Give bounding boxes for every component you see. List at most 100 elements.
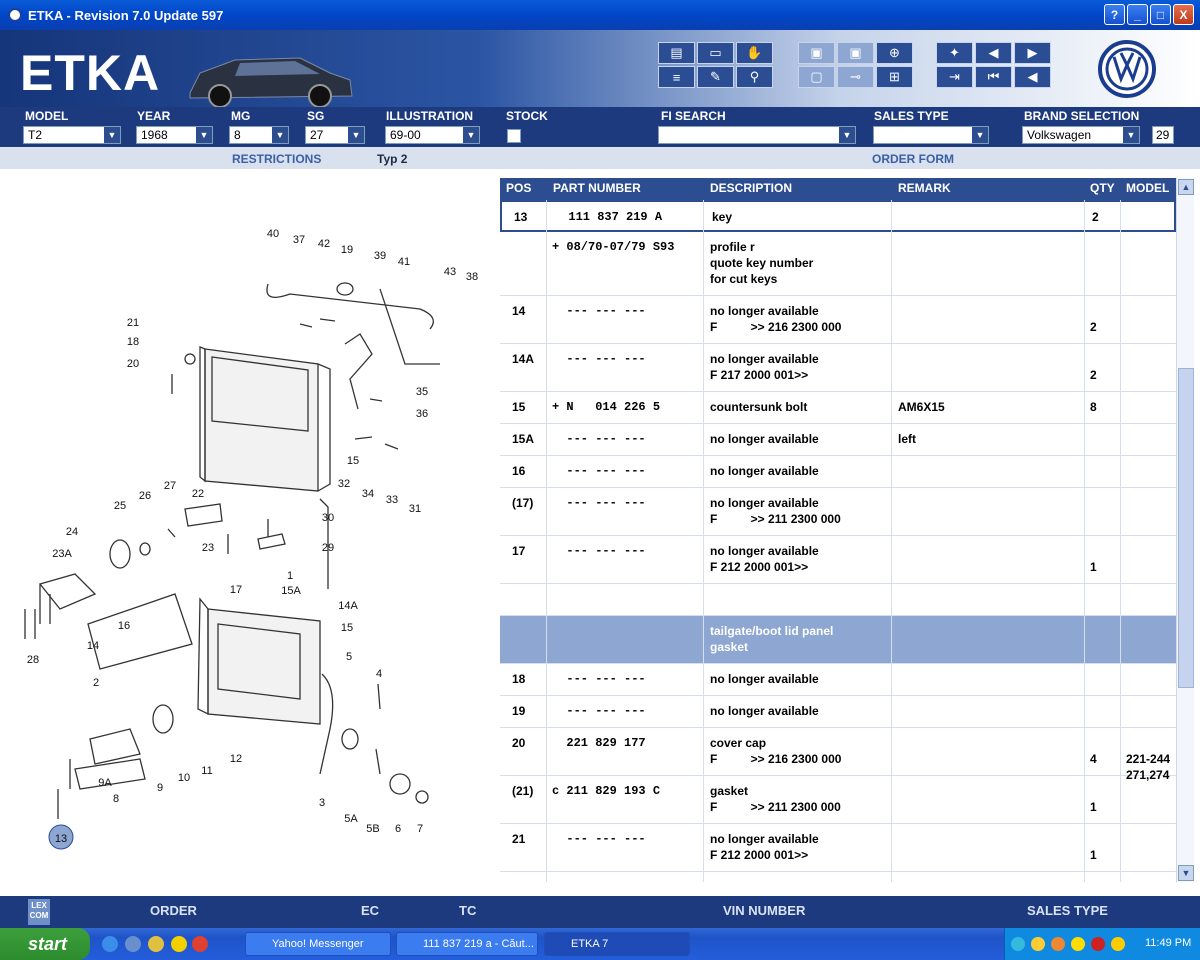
callout-label[interactable]: 5 (346, 651, 352, 663)
callout-label[interactable]: 14A (338, 600, 358, 612)
callout-label[interactable]: 25 (114, 500, 126, 512)
table-row[interactable]: (21) c 211 829 193 C gasket F >> 211 2300 … (500, 776, 1176, 824)
list-icon[interactable]: ≡ (658, 66, 695, 88)
firefox-icon[interactable] (148, 936, 164, 952)
callout-label[interactable]: 20 (127, 358, 139, 370)
callout-label[interactable]: 40 (267, 228, 279, 240)
start-button[interactable]: start (0, 928, 90, 960)
callout-label[interactable]: 6 (395, 823, 401, 835)
depot-icon[interactable]: ▣ (837, 42, 874, 64)
callout-label[interactable]: 3 (319, 797, 325, 809)
order-button[interactable]: ORDER (150, 903, 197, 918)
callout-label[interactable]: 43 (444, 266, 456, 278)
callout-label[interactable]: 15 (341, 622, 353, 634)
cart-add-icon[interactable]: ⊕ (876, 42, 913, 64)
taskbar-yahoo[interactable]: Yahoo! Messenger (245, 932, 391, 956)
callout-label[interactable]: 19 (341, 244, 353, 256)
table-row[interactable]: 14A --- --- --- no longer available F 217… (500, 344, 1176, 392)
chevron-down-icon[interactable]: ▼ (196, 127, 212, 143)
elsa-icon[interactable]: ▣ (798, 42, 835, 64)
tray-icon[interactable] (1031, 937, 1045, 951)
callout-label[interactable]: 29 (322, 542, 334, 554)
callout-label[interactable]: 24 (66, 526, 78, 538)
tray-icon[interactable] (1071, 937, 1085, 951)
close-button[interactable]: X (1173, 4, 1194, 25)
tray-icon[interactable] (1011, 937, 1025, 951)
callout-label[interactable]: 38 (466, 271, 478, 283)
chevron-down-icon[interactable]: ▼ (972, 127, 988, 143)
bicycle-icon[interactable]: ⚲ (736, 66, 773, 88)
monitor-icon[interactable]: ▭ (697, 42, 734, 64)
callout-label[interactable]: 14 (87, 640, 99, 652)
scroll-down-icon[interactable]: ▼ (1178, 865, 1194, 881)
callout-label[interactable]: 13 (55, 833, 67, 845)
printer-icon[interactable]: ▤ (658, 42, 695, 64)
ie-icon[interactable] (102, 936, 118, 952)
sales-type-select[interactable]: ▼ (873, 126, 989, 144)
vin-number-button[interactable]: VIN NUMBER (723, 903, 805, 918)
explorer-icon[interactable] (125, 936, 141, 952)
table-row[interactable]: 21 --- --- --- no longer available F 212 … (500, 824, 1176, 872)
prev-page-icon[interactable]: ◀ (975, 42, 1012, 64)
tray-icon[interactable] (1111, 937, 1125, 951)
help-button[interactable]: ? (1104, 4, 1125, 25)
table-row[interactable]: 15 + N 014 226 5 countersunk bolt AM6X15 8 (500, 392, 1176, 424)
restrictions-link[interactable]: RESTRICTIONS (232, 152, 321, 166)
model-select[interactable]: T2 ▼ (23, 126, 121, 144)
callout-label[interactable]: 30 (322, 512, 334, 524)
callout-label[interactable]: 22 (192, 488, 204, 500)
table-row[interactable]: 13 111 837 219 A key 2 (500, 200, 1176, 232)
chevron-down-icon[interactable]: ▼ (463, 127, 479, 143)
callout-label[interactable]: 4 (376, 668, 382, 680)
illustration-select[interactable]: 69-00 ▼ (385, 126, 480, 144)
callout-label[interactable]: 39 (374, 250, 386, 262)
callout-label[interactable]: 33 (386, 494, 398, 506)
callout-label[interactable]: 8 (113, 793, 119, 805)
car-icon[interactable]: ⊸ (837, 66, 874, 88)
table-row[interactable]: 20 221 829 177 cover cap F >> 216 2300 00… (500, 728, 1176, 782)
handshake-icon[interactable]: ✋ (736, 42, 773, 64)
order-form-link[interactable]: ORDER FORM (872, 152, 954, 166)
callout-label[interactable]: 2 (93, 677, 99, 689)
ec-button[interactable]: EC (361, 903, 379, 918)
messenger-icon[interactable] (171, 936, 187, 952)
mg-select[interactable]: 8 ▼ (229, 126, 289, 144)
callout-label[interactable]: 31 (409, 503, 421, 515)
minimize-button[interactable]: _ (1127, 4, 1148, 25)
group-header-row[interactable]: tailgate/boot lid panel gasket (500, 616, 1176, 664)
table-row[interactable] (500, 584, 1176, 616)
callout-label[interactable]: 26 (139, 490, 151, 502)
callout-label[interactable]: 1 (287, 570, 293, 582)
table-row[interactable]: 14 --- --- --- no longer available F >> 2… (500, 296, 1176, 344)
first-icon[interactable]: ⇥ (936, 66, 973, 88)
callout-label[interactable]: 16 (118, 620, 130, 632)
table-row[interactable]: 15A --- --- --- no longer available left (500, 424, 1176, 456)
callout-label[interactable]: 15 (347, 455, 359, 467)
table-row[interactable]: 18 --- --- --- no longer available (500, 664, 1176, 696)
callout-label[interactable]: 41 (398, 256, 410, 268)
callout-label[interactable]: 5B (366, 823, 379, 835)
back-icon[interactable]: ⏮ (975, 66, 1012, 88)
callout-label[interactable]: 23A (52, 548, 72, 560)
callout-label[interactable]: 9A (98, 777, 112, 789)
maximize-button[interactable]: □ (1150, 4, 1171, 25)
callout-label[interactable]: 21 (127, 317, 139, 329)
parts-illustration[interactable]: 40 37 42 19 39 41 43 38 21 18 20 35 36 15 32 34 33 31 27 26… (0, 169, 500, 884)
callout-label[interactable]: 42 (318, 238, 330, 250)
year-select[interactable]: 1968 ▼ (136, 126, 213, 144)
table-row[interactable]: 17 --- --- --- no longer available F 212 … (500, 536, 1176, 584)
chevron-down-icon[interactable]: ▼ (104, 127, 120, 143)
taskbar-chrome[interactable]: 111 837 219 a - Căut... (396, 932, 538, 956)
fi-search-select[interactable]: ▼ (658, 126, 856, 144)
callout-label[interactable]: 27 (164, 480, 176, 492)
callout-label[interactable]: 15A (281, 585, 301, 597)
scroll-thumb[interactable] (1178, 368, 1194, 688)
callout-label[interactable]: 17 (230, 584, 242, 596)
callout-label[interactable]: 35 (416, 386, 428, 398)
callout-label[interactable]: 36 (416, 408, 428, 420)
taskbar-etka[interactable]: ETKA 7 (544, 932, 690, 956)
callout-label[interactable]: 37 (293, 234, 305, 246)
chevron-down-icon[interactable]: ▼ (272, 127, 288, 143)
chrome-icon[interactable] (192, 936, 208, 952)
chevron-down-icon[interactable]: ▼ (839, 127, 855, 143)
